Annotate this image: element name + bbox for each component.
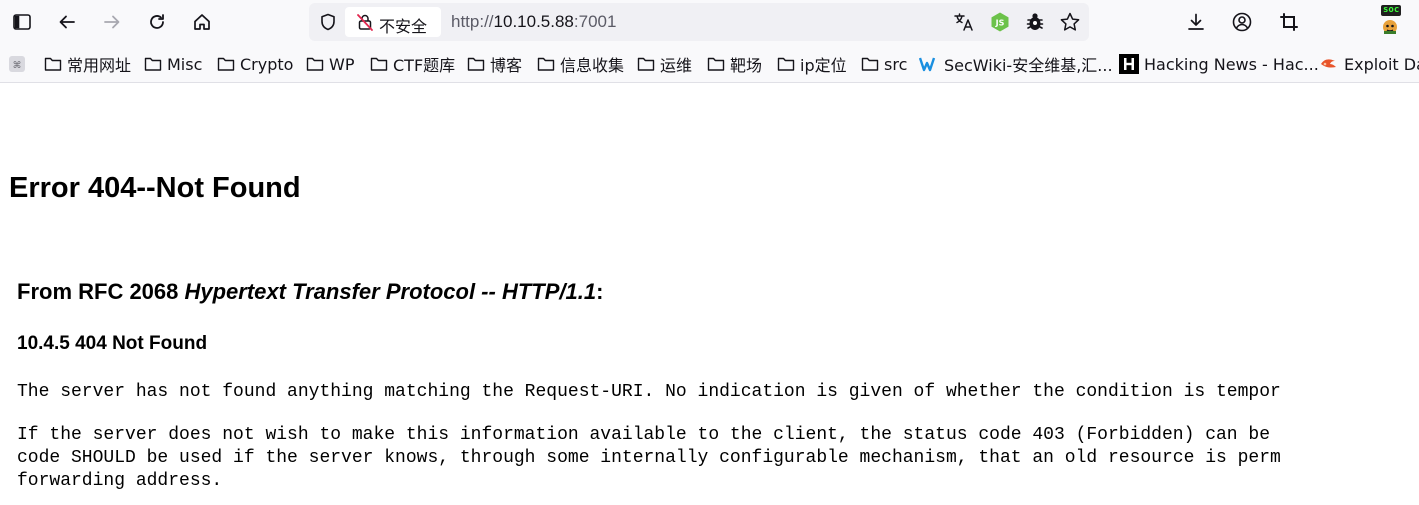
insecure-label: 不安全 [379, 17, 428, 36]
reload-button[interactable] [143, 8, 171, 36]
bookmark-label: CTF题库 [393, 56, 456, 75]
bookmark-folder-blog[interactable]: 博客 [467, 53, 522, 75]
folder-icon [467, 57, 485, 71]
bookmark-folder-ops[interactable]: 运维 [637, 53, 692, 75]
bookmark-label: 博客 [490, 56, 523, 75]
description-paragraph-1: The server has not found anything matchi… [17, 382, 1281, 402]
soc-extension-badge: soc [1381, 5, 1402, 16]
rfc-suffix: : [596, 279, 604, 304]
hacking-news-icon [1119, 54, 1139, 74]
site-security-indicator[interactable]: 不安全 [345, 7, 441, 37]
bookmark-label: 运维 [660, 56, 693, 75]
folder-icon [537, 57, 555, 71]
bookmark-label: ip定位 [800, 56, 847, 75]
sidebar-toggle-icon[interactable] [8, 8, 36, 36]
forward-button[interactable] [98, 8, 126, 36]
bookmark-folder-ip-location[interactable]: ip定位 [777, 53, 847, 75]
folder-icon [44, 57, 62, 71]
svg-text:⌘: ⌘ [13, 61, 22, 71]
bookmark-label: 常用网址 [67, 56, 132, 75]
downloads-icon[interactable] [1182, 8, 1210, 36]
bookmark-folder-info-gathering[interactable]: 信息收集 [537, 53, 624, 75]
bookmark-folder-ctf[interactable]: CTF题库 [370, 53, 455, 75]
bookmark-label: WP [329, 54, 355, 74]
home-button[interactable] [188, 8, 216, 36]
bookmark-label: Misc [167, 54, 203, 74]
tracking-protection-shield-icon[interactable] [314, 8, 342, 36]
bookmark-label: Hacking News - Hac... [1144, 54, 1319, 74]
rfc-prefix: From RFC 2068 [17, 279, 185, 304]
rfc-title: Hypertext Transfer Protocol -- HTTP/1.1 [184, 279, 597, 304]
folder-icon [144, 57, 162, 71]
account-icon[interactable] [1228, 8, 1256, 36]
exploit-db-icon [1321, 59, 1336, 68]
bookmark-folder-src[interactable]: src [861, 53, 907, 75]
folder-icon [306, 57, 324, 71]
description-paragraph-2-line-3: forwarding address. [17, 471, 223, 491]
folder-icon [777, 57, 795, 71]
bookmark-label: Crypto [240, 54, 294, 74]
nodejs-extension-icon[interactable]: JS [986, 8, 1014, 36]
rfc-reference-heading: From RFC 2068 Hypertext Transfer Protoco… [17, 279, 603, 305]
bug-extension-icon[interactable] [1021, 8, 1049, 36]
svg-text:JS: JS [995, 19, 1005, 28]
crop-screenshot-icon[interactable] [1275, 8, 1303, 36]
folder-icon [370, 57, 388, 71]
page-content: Error 404--Not Found From RFC 2068 Hyper… [0, 83, 1419, 505]
bookmarks-toolbar: ⌘ 常用网址 Misc Crypto WP CTF题库 博客 信息收集 运维 靶… [0, 45, 1419, 83]
url-text[interactable]: http://10.10.5.88:7001 [451, 12, 616, 32]
bookmark-label: 靶场 [730, 56, 763, 75]
description-paragraph-2-line-2: code SHOULD be used if the server knows,… [17, 448, 1281, 468]
bookmark-folder-crypto[interactable]: Crypto [217, 53, 293, 75]
bookmark-exploit-db[interactable]: Exploit Dat [1319, 53, 1419, 75]
bookmark-secwiki[interactable]: SecWiki-安全维基,汇... [919, 53, 1113, 75]
status-section-heading: 10.4.5 404 Not Found [17, 333, 208, 354]
folder-icon [707, 57, 725, 71]
bookmarks-menu-icon[interactable]: ⌘ [7, 53, 32, 75]
folder-icon [861, 57, 879, 71]
page-title: Error 404--Not Found [9, 172, 301, 204]
secwiki-icon [919, 57, 936, 72]
insecure-lock-icon [351, 8, 379, 36]
bookmark-label: 信息收集 [560, 56, 625, 75]
description-paragraph-2-line-1: If the server does not wish to make this… [17, 425, 1271, 445]
url-port: :7001 [573, 12, 617, 31]
bookmark-hacking-news[interactable]: Hacking News - Hac... [1119, 53, 1319, 75]
back-button[interactable] [53, 8, 81, 36]
translate-icon[interactable] [950, 8, 978, 36]
bookmark-folder-common-sites[interactable]: 常用网址 [44, 53, 131, 75]
url-bar[interactable]: 不安全 http://10.10.5.88:7001 JS [309, 3, 1089, 41]
bookmark-folder-wp[interactable]: WP [306, 53, 354, 75]
bookmark-star-icon[interactable] [1056, 8, 1084, 36]
url-host: 10.10.5.88 [493, 12, 574, 31]
bookmark-folder-misc[interactable]: Misc [144, 53, 202, 75]
url-scheme: http:// [451, 12, 494, 31]
folder-icon [637, 57, 655, 71]
bookmark-label: SecWiki-安全维基,汇... [944, 56, 1113, 75]
bookmark-label: Exploit Dat [1344, 54, 1419, 74]
bookmark-folder-range[interactable]: 靶场 [707, 53, 762, 75]
browser-toolbar: 不安全 http://10.10.5.88:7001 JS soc [0, 0, 1419, 45]
bookmark-label: src [884, 54, 908, 74]
folder-icon [217, 57, 235, 71]
